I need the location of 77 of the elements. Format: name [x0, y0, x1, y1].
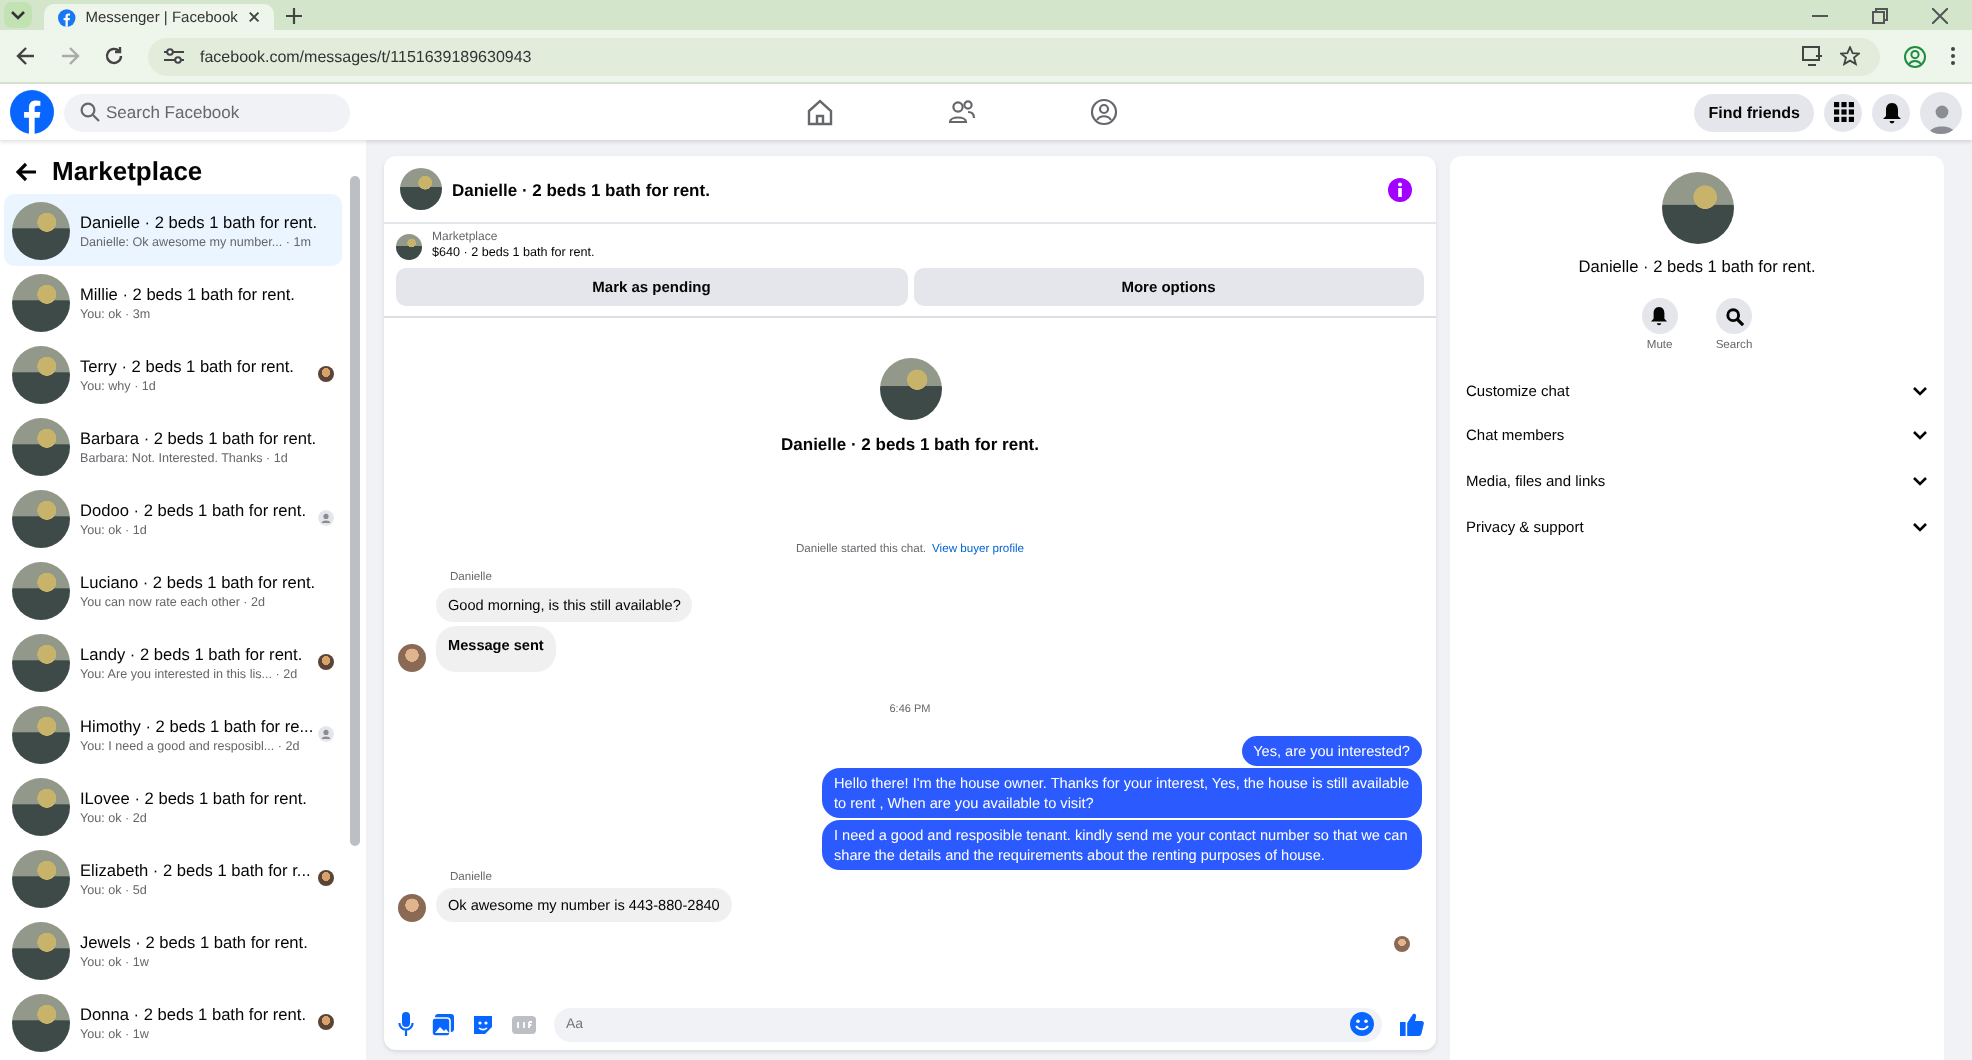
chat-title: Danielle · 2 beds 1 bath for rent.	[452, 179, 710, 199]
listing-photo-placeholder	[12, 993, 70, 1051]
chevron-down-icon	[10, 9, 26, 21]
thumbs-up-icon[interactable]	[1400, 1012, 1424, 1036]
conversation-title: Luciano · 2 beds 1 bath for rent.	[80, 571, 316, 591]
groups-icon[interactable]	[1090, 98, 1118, 126]
install-app-icon[interactable]	[1802, 46, 1824, 66]
bell-icon	[1881, 101, 1901, 123]
conversation-title: Elizabeth · 2 beds 1 bath for r...	[80, 859, 308, 879]
chat-action-button[interactable]	[1716, 298, 1752, 334]
search-icon	[1725, 307, 1743, 325]
back-icon[interactable]	[16, 46, 36, 66]
reload-icon[interactable]	[104, 46, 124, 66]
listing-photo-placeholder	[12, 633, 70, 691]
listing-photo-placeholder	[12, 777, 70, 835]
sticker-icon[interactable]	[472, 1013, 494, 1035]
chevron-down-icon	[1912, 475, 1928, 486]
chat-info-name: Danielle · 2 beds 1 bath for rent.	[1578, 256, 1816, 276]
listing-photo-placeholder	[12, 849, 70, 907]
url-text: facebook.com/messages/t/1151639189630943	[200, 47, 532, 65]
tab-search-button[interactable]	[4, 2, 32, 28]
conversation-title: ILovee · 2 beds 1 bath for rent.	[80, 787, 307, 807]
listing-photo-placeholder	[1661, 172, 1733, 244]
chevron-down-icon	[1912, 385, 1928, 396]
listing-photo-placeholder	[12, 273, 70, 331]
search-icon	[80, 102, 100, 122]
friends-icon[interactable]	[948, 98, 976, 126]
star-icon[interactable]	[1840, 46, 1860, 66]
listing-photo-placeholder	[12, 417, 70, 475]
conversation-title: Danielle · 2 beds 1 bath for rent.	[80, 211, 318, 231]
find-friends-button[interactable]: Find friends	[1694, 93, 1814, 131]
site-settings-icon	[164, 46, 184, 66]
listing-photo-placeholder	[879, 358, 941, 420]
new-tab-icon[interactable]	[286, 7, 302, 23]
conversation-title: Himothy · 2 beds 1 bath for re...	[80, 715, 308, 735]
profile-icon[interactable]	[1904, 45, 1926, 67]
conversation-title: Dodoo · 2 beds 1 bath for rent.	[80, 499, 307, 519]
notifications-button[interactable]	[1872, 93, 1910, 131]
chevron-down-icon	[1912, 430, 1928, 441]
more-icon[interactable]	[1950, 46, 1956, 66]
photo-icon[interactable]	[432, 1013, 454, 1035]
listing-photo-placeholder	[12, 921, 70, 979]
conversation-title: Millie · 2 beds 1 bath for rent.	[80, 283, 295, 303]
listing-photo-placeholder	[12, 561, 70, 619]
restore-icon[interactable]	[1872, 7, 1888, 23]
microphone-icon[interactable]	[398, 1012, 414, 1036]
facebook-logo-icon	[58, 7, 76, 27]
person-icon	[1927, 101, 1955, 133]
conversation-title: Barbara · 2 beds 1 bath for rent.	[80, 427, 317, 447]
chevron-down-icon	[1912, 521, 1928, 532]
address-bar[interactable]: facebook.com/messages/t/1151639189630943	[148, 37, 1880, 75]
listing-photo-placeholder	[400, 168, 442, 210]
chat-intro-name: Danielle · 2 beds 1 bath for rent.	[781, 434, 1039, 454]
emoji-icon[interactable]	[1350, 1012, 1374, 1036]
grid-icon	[1833, 102, 1853, 122]
bell-icon	[1650, 306, 1669, 326]
close-icon[interactable]	[247, 10, 260, 24]
conversation-title: Terry · 2 beds 1 bath for rent.	[80, 355, 294, 375]
listing-photo-placeholder	[12, 489, 70, 547]
chat-action-button[interactable]	[1641, 298, 1678, 334]
conversation-title: Jewels · 2 beds 1 bath for rent.	[80, 931, 308, 951]
back-icon[interactable]	[16, 161, 38, 181]
listing-photo-placeholder	[12, 705, 70, 763]
sidebar-title: Marketplace	[52, 156, 203, 186]
conversation-title: Landy · 2 beds 1 bath for rent.	[80, 643, 303, 663]
seen-avatar-icon	[1394, 936, 1410, 953]
search-field[interactable]: Search Facebook	[64, 93, 350, 131]
conversation-title: Donna · 2 beds 1 bath for rent.	[80, 1003, 307, 1023]
account-button[interactable]	[1920, 91, 1962, 133]
info-icon[interactable]	[1388, 177, 1412, 201]
home-icon[interactable]	[806, 98, 834, 126]
close-icon[interactable]	[1932, 7, 1948, 23]
menu-button[interactable]	[1824, 93, 1862, 131]
listing-photo-placeholder	[12, 201, 70, 259]
listing-photo-placeholder	[396, 233, 422, 259]
listing-photo-placeholder	[12, 345, 70, 403]
facebook-logo-icon[interactable]	[10, 90, 54, 134]
